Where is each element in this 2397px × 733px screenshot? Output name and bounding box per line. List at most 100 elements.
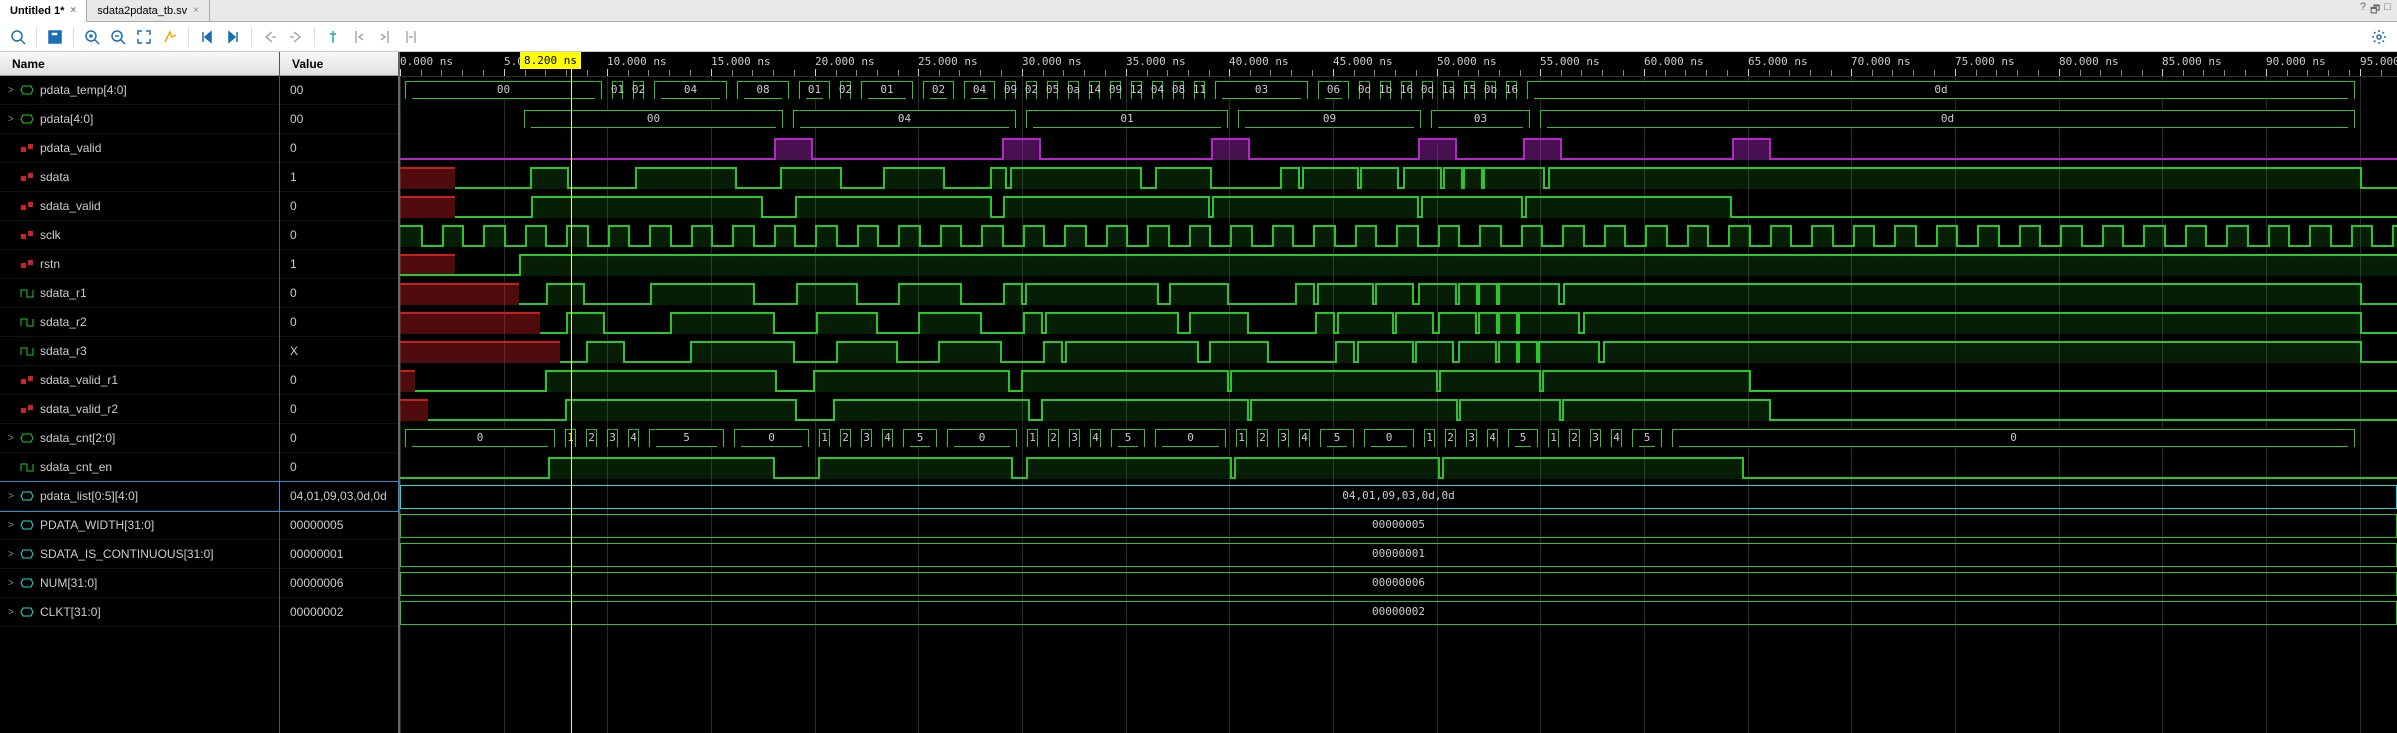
- next-edge-icon[interactable]: [284, 25, 308, 49]
- waveform-row[interactable]: 00000002: [400, 599, 2397, 628]
- signal-value-row[interactable]: 0: [280, 424, 398, 453]
- waveform-row[interactable]: [400, 222, 2397, 251]
- waveform-row[interactable]: [400, 309, 2397, 338]
- waveform-row[interactable]: 00000001: [400, 541, 2397, 570]
- signal-name-row[interactable]: sdata: [0, 163, 279, 192]
- toolbar: [0, 22, 2397, 52]
- ruler-label: 80.000 ns: [2059, 55, 2119, 68]
- signal-name: rstn: [40, 257, 60, 271]
- zoom-out-icon[interactable]: [106, 25, 130, 49]
- add-marker-icon[interactable]: [321, 25, 345, 49]
- signal-value-row[interactable]: 0: [280, 221, 398, 250]
- search-icon[interactable]: [6, 25, 30, 49]
- signal-name-row[interactable]: sclk: [0, 221, 279, 250]
- signal-name-row[interactable]: sdata_valid: [0, 192, 279, 221]
- signal-name: pdata_temp[4:0]: [40, 83, 127, 97]
- signal-icon: [20, 490, 34, 502]
- signal-name-row[interactable]: >sdata_cnt[2:0]: [0, 424, 279, 453]
- signal-name-row[interactable]: sdata_r2: [0, 308, 279, 337]
- signal-name-row[interactable]: pdata_valid: [0, 134, 279, 163]
- close-icon[interactable]: ×: [70, 5, 76, 16]
- maximize-icon[interactable]: □: [2384, 1, 2391, 20]
- swap-markers-icon[interactable]: [399, 25, 423, 49]
- signal-value-row[interactable]: 0: [280, 366, 398, 395]
- waveform-row[interactable]: [400, 338, 2397, 367]
- ruler-label: 0.000 ns: [400, 55, 453, 68]
- signal-name-row[interactable]: >pdata[4:0]: [0, 105, 279, 134]
- waveform-row[interactable]: 00040109030d: [400, 106, 2397, 135]
- signal-value-row[interactable]: 0: [280, 134, 398, 163]
- waveform-row[interactable]: [400, 396, 2397, 425]
- ruler-label: 70.000 ns: [1851, 55, 1911, 68]
- waveform-row[interactable]: 000102040801020102040902050a140912040811…: [400, 77, 2397, 106]
- signal-name-row[interactable]: rstn: [0, 250, 279, 279]
- signal-name-row[interactable]: >CLKT[31:0]: [0, 598, 279, 627]
- signal-name: CLKT[31:0]: [40, 605, 101, 619]
- signal-name-row[interactable]: >NUM[31:0]: [0, 569, 279, 598]
- waveform-row[interactable]: [400, 164, 2397, 193]
- signal-value-row[interactable]: X: [280, 337, 398, 366]
- settings-icon[interactable]: [2367, 25, 2391, 49]
- signal-value-row[interactable]: 00: [280, 76, 398, 105]
- signal-value-row[interactable]: 0: [280, 192, 398, 221]
- value-header[interactable]: Value: [280, 52, 398, 76]
- signal-name: sdata: [40, 170, 69, 184]
- signal-value-row[interactable]: 1: [280, 250, 398, 279]
- waveform-row[interactable]: [400, 193, 2397, 222]
- signal-icon: [20, 432, 34, 444]
- signal-value-row[interactable]: 0: [280, 279, 398, 308]
- restore-icon[interactable]: 🗗: [2370, 1, 2380, 20]
- signal-name-row[interactable]: sdata_valid_r1: [0, 366, 279, 395]
- tab-file[interactable]: sdata2pdata_tb.sv ×: [87, 0, 210, 22]
- signal-name-row[interactable]: >pdata_temp[4:0]: [0, 76, 279, 105]
- waveform-row[interactable]: [400, 367, 2397, 396]
- time-ruler[interactable]: 0.000 ns5.000 ns10.000 ns15.000 ns20.000…: [400, 52, 2397, 77]
- signal-icon: [20, 287, 34, 299]
- signal-value-row[interactable]: 04,01,09,03,0d,0d: [280, 482, 398, 511]
- skip-start-icon[interactable]: [195, 25, 219, 49]
- signal-value-row[interactable]: 00000002: [280, 598, 398, 627]
- time-cursor[interactable]: [571, 52, 572, 733]
- waveform-row[interactable]: [400, 280, 2397, 309]
- signal-value-row[interactable]: 00: [280, 105, 398, 134]
- waveform-row[interactable]: 04,01,09,03,0d,0d: [400, 483, 2397, 512]
- prev-marker-icon[interactable]: [347, 25, 371, 49]
- ruler-label: 90.000 ns: [2266, 55, 2326, 68]
- signal-value-row[interactable]: 0: [280, 395, 398, 424]
- zoom-fit-icon[interactable]: [132, 25, 156, 49]
- next-marker-icon[interactable]: [373, 25, 397, 49]
- waveform-row[interactable]: 00000006: [400, 570, 2397, 599]
- signal-name: pdata_list[0:5][4:0]: [40, 489, 138, 503]
- signal-name-row[interactable]: sdata_valid_r2: [0, 395, 279, 424]
- tab-untitled[interactable]: Untitled 1* ×: [0, 0, 87, 22]
- signal-name-row[interactable]: >pdata_list[0:5][4:0]: [0, 482, 279, 511]
- signal-icon: [20, 142, 34, 154]
- signal-value-row[interactable]: 0: [280, 308, 398, 337]
- signal-value-row[interactable]: 0: [280, 453, 398, 482]
- signal-name-row[interactable]: sdata_r3: [0, 337, 279, 366]
- waveform-row[interactable]: 00000005: [400, 512, 2397, 541]
- help-icon[interactable]: ?: [2360, 1, 2366, 20]
- save-icon[interactable]: [43, 25, 67, 49]
- ruler-label: 95.000: [2360, 55, 2397, 68]
- waveform-row[interactable]: [400, 454, 2397, 483]
- signal-name-row[interactable]: >SDATA_IS_CONTINUOUS[31:0]: [0, 540, 279, 569]
- waveform-pane[interactable]: 0.000 ns5.000 ns10.000 ns15.000 ns20.000…: [400, 52, 2397, 733]
- signal-name-row[interactable]: >PDATA_WIDTH[31:0]: [0, 511, 279, 540]
- zoom-cursor-icon[interactable]: [158, 25, 182, 49]
- zoom-in-icon[interactable]: [80, 25, 104, 49]
- signal-value-row[interactable]: 00000001: [280, 540, 398, 569]
- close-icon[interactable]: ×: [193, 5, 199, 16]
- skip-end-icon[interactable]: [221, 25, 245, 49]
- signal-name-row[interactable]: sdata_cnt_en: [0, 453, 279, 482]
- prev-edge-icon[interactable]: [258, 25, 282, 49]
- waveform-row[interactable]: 012345012345012345012345012345123450: [400, 425, 2397, 454]
- signal-value-row[interactable]: 1: [280, 163, 398, 192]
- waveform-row[interactable]: [400, 251, 2397, 280]
- signal-value-row[interactable]: 00000005: [280, 511, 398, 540]
- signal-name: sdata_r1: [40, 286, 87, 300]
- waveform-row[interactable]: [400, 135, 2397, 164]
- name-header[interactable]: Name: [0, 52, 279, 76]
- signal-value-row[interactable]: 00000006: [280, 569, 398, 598]
- signal-name-row[interactable]: sdata_r1: [0, 279, 279, 308]
